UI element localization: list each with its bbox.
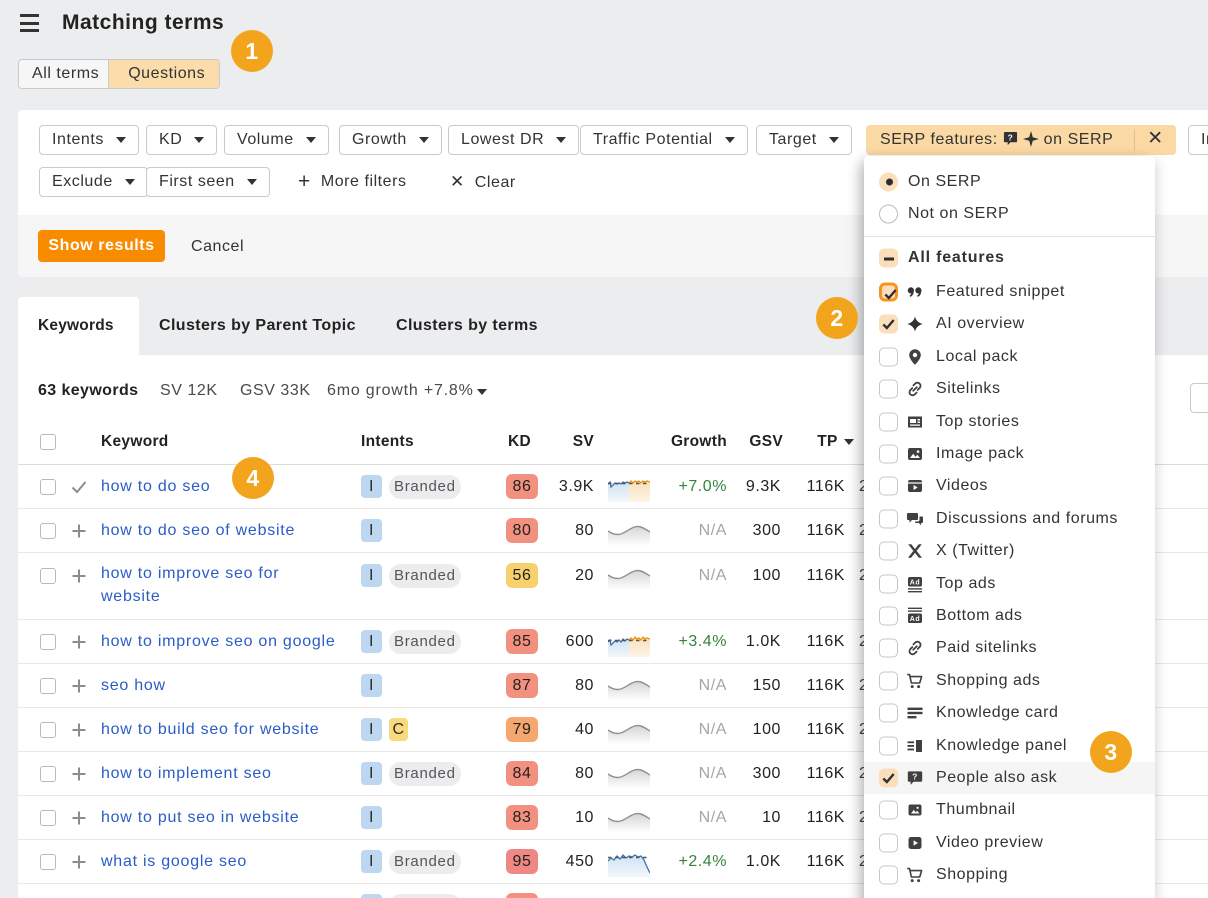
svg-text:Ad: Ad xyxy=(910,579,920,586)
svg-text:?: ? xyxy=(1007,132,1013,142)
svg-text:Ad: Ad xyxy=(910,616,920,623)
svg-text:?: ? xyxy=(912,772,918,782)
